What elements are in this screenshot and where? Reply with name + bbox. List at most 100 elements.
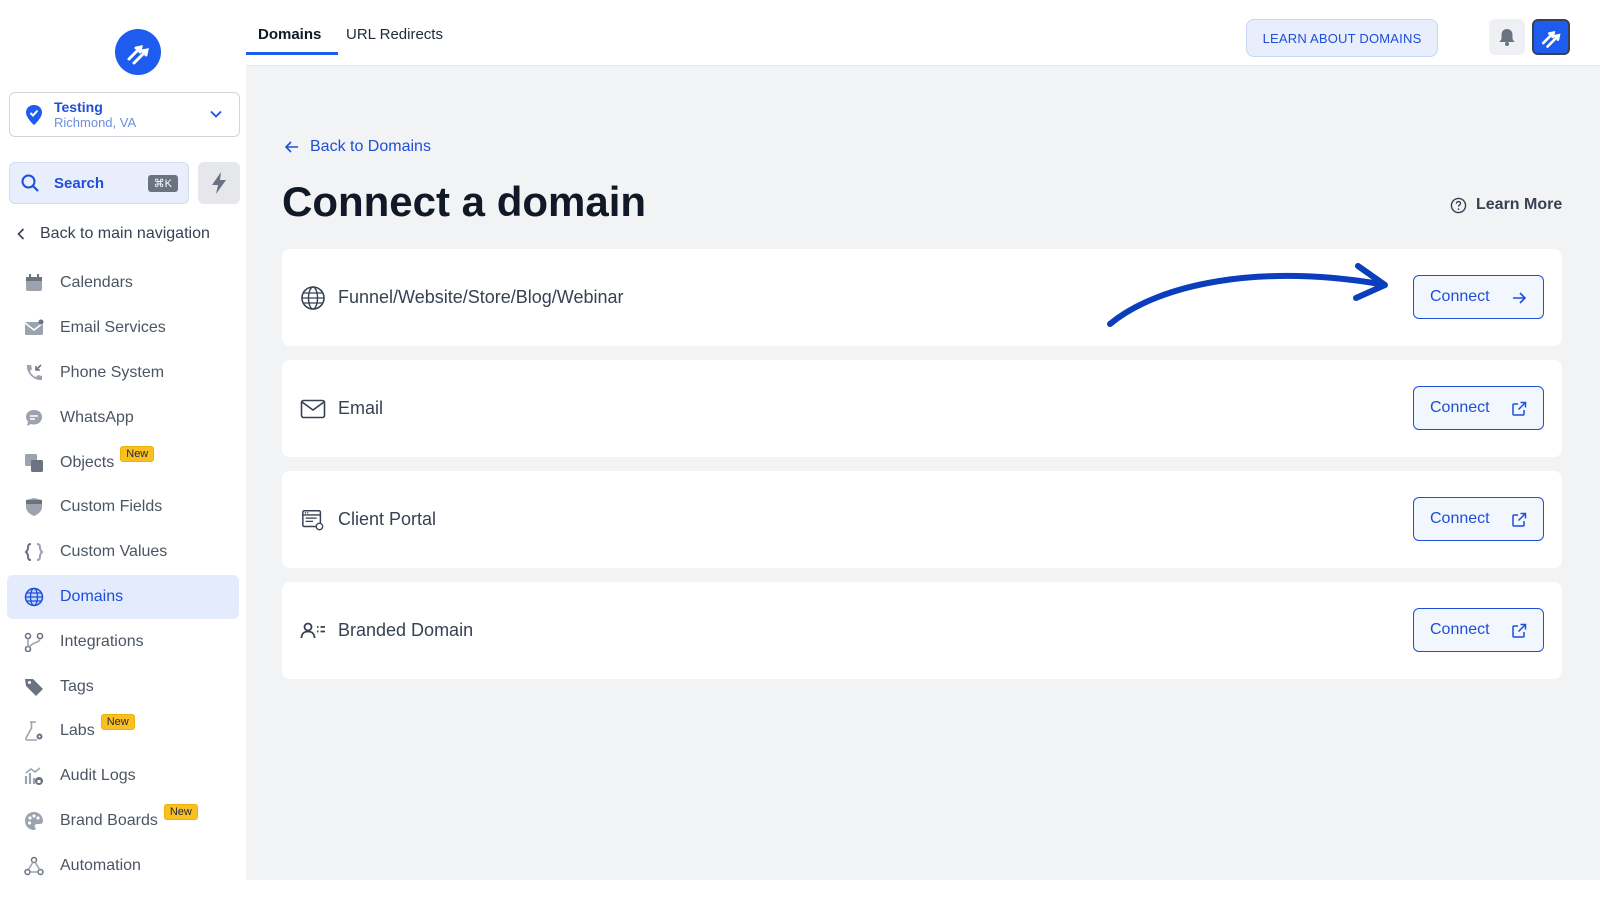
calendar-icon [24, 273, 44, 293]
sidebar-item-phone-system[interactable]: Phone System [7, 351, 239, 396]
sidebar-item-objects[interactable]: Objects New [7, 440, 239, 485]
sidebar-item-integrations[interactable]: Integrations [7, 619, 239, 664]
sidebar-item-brand-boards[interactable]: Brand Boards New [7, 799, 239, 844]
sidebar-item-automation[interactable]: Automation [7, 843, 239, 888]
sidebar-item-whatsapp[interactable]: WhatsApp [7, 395, 239, 440]
main-content: Back to Domains Connect a domain Learn M… [246, 66, 1600, 880]
settings-nav: Calendars Email Services Phone System Wh… [7, 261, 239, 888]
connect-branded-domain-button[interactable]: Connect [1413, 608, 1544, 652]
external-link-icon [1512, 401, 1527, 416]
sidebar-item-label: WhatsApp [60, 408, 134, 426]
sidebar-item-tags[interactable]: Tags [7, 664, 239, 709]
arrow-left-icon [284, 141, 298, 153]
back-nav-label: Back to main navigation [40, 225, 210, 242]
domain-option-label: Funnel/Website/Store/Blog/Webinar [338, 287, 624, 307]
back-to-domains-label: Back to Domains [310, 138, 431, 155]
external-link-icon [1512, 623, 1527, 638]
location-switcher[interactable]: Testing Richmond, VA [9, 92, 240, 137]
git-branch-icon [24, 632, 44, 652]
location-pin-icon [26, 104, 42, 125]
tab-domains[interactable]: Domains [258, 26, 321, 43]
sidebar-item-label: Tags [60, 677, 94, 695]
new-badge: New [120, 445, 155, 462]
domain-option-label: Branded Domain [338, 620, 474, 640]
sidebar: Testing Richmond, VA Search ⌘K Back to m… [0, 0, 246, 900]
domain-option-label: Client Portal [338, 509, 437, 529]
sidebar-item-custom-values[interactable]: Custom Values [7, 530, 239, 575]
learn-more-label: Learn More [1476, 196, 1563, 213]
tab-url-redirects[interactable]: URL Redirects [346, 26, 443, 43]
sidebar-item-labs[interactable]: Labs New [7, 709, 239, 754]
app-logo[interactable] [115, 29, 161, 75]
external-link-icon [1512, 512, 1527, 527]
connect-label: Connect [1430, 288, 1490, 305]
lightning-icon [212, 172, 226, 194]
phone-icon [24, 363, 44, 383]
search-button[interactable]: Search ⌘K [9, 162, 189, 204]
top-header: Domains URL Redirects LEARN ABOUT DOMAIN… [246, 0, 1600, 66]
flask-icon [24, 721, 44, 742]
globe-icon [24, 587, 44, 607]
search-label: Search [54, 174, 105, 192]
active-tab-indicator [246, 52, 338, 55]
connect-label: Connect [1430, 510, 1490, 527]
sidebar-item-label: Automation [60, 856, 141, 874]
connect-label: Connect [1430, 621, 1490, 638]
search-shortcut-badge: ⌘K [147, 175, 178, 192]
connect-label: Connect [1430, 399, 1490, 416]
notifications-button[interactable] [1489, 19, 1525, 55]
sidebar-item-label: Audit Logs [60, 767, 136, 785]
connect-client-portal-button[interactable]: Connect [1413, 497, 1544, 541]
sidebar-item-email-services[interactable]: Email Services [7, 306, 239, 351]
sidebar-item-label: Custom Fields [60, 498, 163, 516]
search-icon [21, 174, 39, 192]
new-badge: New [163, 803, 198, 820]
domain-option-label: Email [338, 398, 384, 418]
new-badge: New [100, 714, 135, 731]
sidebar-item-domains[interactable]: Domains [7, 574, 239, 620]
chevron-left-icon [17, 228, 25, 240]
mail-icon [24, 318, 44, 338]
sidebar-item-custom-fields[interactable]: Custom Fields [7, 485, 239, 530]
sidebar-item-label: Calendars [60, 274, 133, 292]
domain-option-card: Email Connect [282, 360, 1562, 457]
back-to-main-navigation[interactable]: Back to main navigation [14, 225, 210, 243]
back-to-domains-link[interactable]: Back to Domains [284, 138, 431, 156]
automation-icon [24, 856, 44, 876]
domain-option-card: Branded Domain Connect [282, 582, 1562, 679]
shield-icon [24, 497, 44, 517]
annotation-arrow [1107, 263, 1388, 327]
sidebar-item-label: Integrations [60, 632, 144, 650]
sidebar-item-label: Domains [60, 587, 124, 605]
connect-funnel-button[interactable]: Connect [1413, 275, 1544, 319]
help-circle-icon [1450, 197, 1467, 213]
bell-icon [1499, 29, 1515, 46]
avatar-logo-icon [1541, 31, 1561, 48]
sidebar-item-label: Phone System [60, 363, 165, 381]
arrow-right-icon [1513, 292, 1527, 304]
mail-icon [300, 396, 326, 422]
chevron-down-icon [210, 110, 222, 118]
objects-icon [24, 453, 44, 473]
chat-icon [24, 408, 44, 428]
user-avatar[interactable] [1532, 19, 1570, 55]
braces-icon [24, 542, 44, 562]
logo-arrows-icon [127, 45, 149, 65]
sidebar-item-label: Labs [60, 722, 95, 740]
sidebar-item-label: Email Services [60, 319, 166, 337]
learn-about-domains-button[interactable]: LEARN ABOUT DOMAINS [1246, 19, 1438, 57]
page-title: Connect a domain [282, 178, 647, 225]
user-list-icon [300, 618, 326, 644]
sidebar-item-label: Objects [60, 453, 115, 471]
sidebar-item-audit-logs[interactable]: Audit Logs [7, 754, 239, 799]
portal-icon [300, 507, 326, 533]
location-name: Testing [54, 98, 103, 115]
location-city: Richmond, VA [54, 114, 137, 130]
learn-more-link[interactable]: Learn More [1450, 196, 1562, 214]
sidebar-item-label: Custom Values [60, 543, 168, 561]
quick-actions-button[interactable] [198, 162, 240, 204]
globe-icon [300, 285, 326, 311]
connect-email-button[interactable]: Connect [1413, 386, 1544, 430]
sidebar-item-label: Brand Boards [60, 811, 158, 829]
sidebar-item-calendars[interactable]: Calendars [7, 261, 239, 306]
